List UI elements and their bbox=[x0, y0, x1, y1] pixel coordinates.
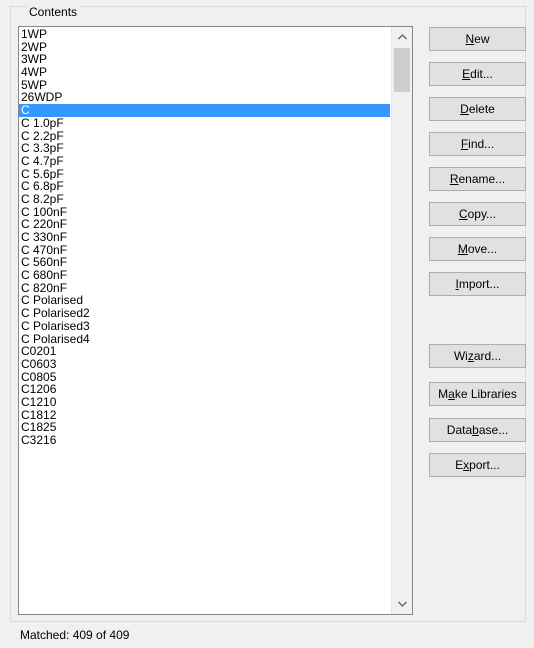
list-item[interactable]: C 560nF bbox=[19, 256, 390, 269]
import-button[interactable]: Import... bbox=[429, 272, 526, 296]
list-item[interactable]: C1210 bbox=[19, 396, 390, 409]
edit-button[interactable]: Edit... bbox=[429, 62, 526, 86]
list-item[interactable]: 1WP bbox=[19, 28, 390, 41]
list-item[interactable]: C1206 bbox=[19, 383, 390, 396]
list-item[interactable]: C bbox=[19, 104, 390, 117]
wizard-button[interactable]: Wi z ard... bbox=[429, 344, 526, 368]
list-item[interactable]: 3WP bbox=[19, 53, 390, 66]
list-item[interactable]: C 2.2pF bbox=[19, 130, 390, 143]
vertical-scrollbar[interactable] bbox=[391, 27, 412, 614]
delete-button[interactable]: Delete bbox=[429, 97, 526, 121]
make-libraries-button[interactable]: Ma ke Libraries bbox=[429, 382, 526, 406]
list-item[interactable]: C Polarised3 bbox=[19, 320, 390, 333]
scroll-down-button[interactable] bbox=[392, 594, 412, 614]
list-item[interactable]: C 4.7pF bbox=[19, 155, 390, 168]
list-item[interactable]: C 220nF bbox=[19, 218, 390, 231]
chevron-down-icon bbox=[397, 601, 407, 607]
list-item[interactable]: C 5.6pF bbox=[19, 168, 390, 181]
list-item[interactable]: C0603 bbox=[19, 358, 390, 371]
database-button[interactable]: Data b ase... bbox=[429, 418, 526, 442]
list-item[interactable]: C0201 bbox=[19, 345, 390, 358]
list-item[interactable]: C Polarised2 bbox=[19, 307, 390, 320]
rename-button[interactable]: Rename... bbox=[429, 167, 526, 191]
move-button[interactable]: Move... bbox=[429, 237, 526, 261]
list-item[interactable]: C 100nF bbox=[19, 206, 390, 219]
list-item[interactable]: C 3.3pF bbox=[19, 142, 390, 155]
match-status: Matched: 409 of 409 bbox=[20, 628, 130, 642]
list-item[interactable]: C 1.0pF bbox=[19, 117, 390, 130]
list-item[interactable]: 5WP bbox=[19, 79, 390, 92]
list-item[interactable]: 26WDP bbox=[19, 91, 390, 104]
find-button[interactable]: Find... bbox=[429, 132, 526, 156]
list-item[interactable]: C 330nF bbox=[19, 231, 390, 244]
scroll-up-button[interactable] bbox=[392, 27, 412, 47]
list-item[interactable]: C1812 bbox=[19, 409, 390, 422]
new-button[interactable]: New bbox=[429, 27, 526, 51]
list-item[interactable]: C3216 bbox=[19, 434, 390, 447]
list-item[interactable]: C 8.2pF bbox=[19, 193, 390, 206]
list-item[interactable]: C 6.8pF bbox=[19, 180, 390, 193]
scroll-thumb[interactable] bbox=[394, 48, 410, 92]
export-button[interactable]: Ex port... bbox=[429, 453, 526, 477]
list-item[interactable]: C1825 bbox=[19, 421, 390, 434]
list-item[interactable]: C Polarised bbox=[19, 294, 390, 307]
list-item[interactable]: C0805 bbox=[19, 371, 390, 384]
chevron-up-icon bbox=[397, 34, 407, 40]
list-item[interactable]: 4WP bbox=[19, 66, 390, 79]
copy-button[interactable]: Copy... bbox=[429, 202, 526, 226]
list-item[interactable]: 2WP bbox=[19, 41, 390, 54]
contents-listbox[interactable]: 1WP 2WP 3WP 4WP 5WP 26WDP C C 1.0pF C 2.2pF C 3.3… bbox=[18, 26, 413, 615]
list-item[interactable]: C 470nF bbox=[19, 244, 390, 257]
list-item[interactable]: C 820nF bbox=[19, 282, 390, 295]
list-item[interactable]: C Polarised4 bbox=[19, 333, 390, 346]
list-item[interactable]: C 680nF bbox=[19, 269, 390, 282]
contents-group-title: Contents bbox=[27, 5, 80, 19]
contents-list[interactable]: 1WP 2WP 3WP 4WP 5WP 26WDP C C 1.0pF C 2.2pF C 3.3… bbox=[19, 27, 390, 447]
